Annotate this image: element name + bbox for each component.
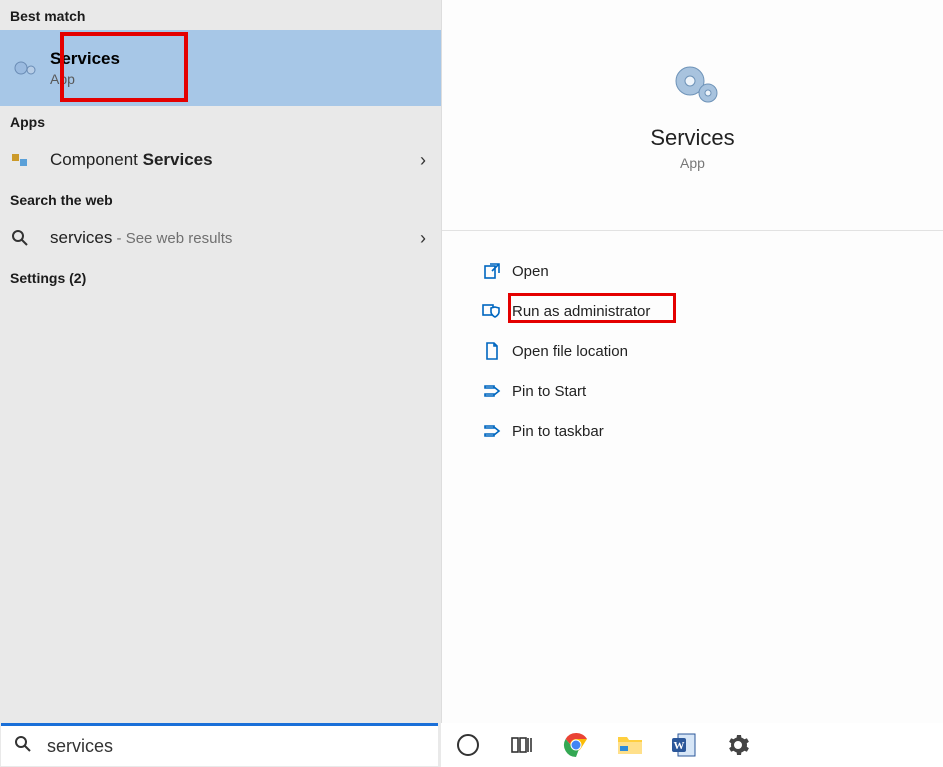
taskbar: W (441, 723, 943, 767)
services-large-icon (668, 59, 718, 109)
open-icon (472, 262, 512, 280)
action-run-as-administrator[interactable]: Run as administrator (442, 291, 943, 331)
action-pin-to-start[interactable]: Pin to Start (442, 371, 943, 411)
pin-icon (472, 383, 512, 399)
search-icon (1, 734, 45, 759)
settings-gear-icon[interactable] (723, 730, 753, 760)
result-label: services - See web results (50, 228, 405, 248)
preview-title: Services (650, 125, 734, 151)
result-best-match-services[interactable]: Services App (0, 30, 441, 106)
search-input[interactable] (45, 735, 438, 758)
shield-icon (472, 302, 512, 320)
result-label: Component Services (50, 150, 405, 170)
result-title: Services (50, 49, 120, 69)
section-search-web: Search the web (0, 184, 441, 214)
section-settings[interactable]: Settings (2) (0, 262, 441, 292)
result-subtitle: App (50, 71, 120, 87)
chevron-right-icon[interactable]: › (405, 228, 441, 249)
cortana-icon[interactable] (453, 730, 483, 760)
search-results-panel: Best match Services App Apps (0, 0, 441, 767)
search-icon (10, 228, 50, 248)
services-app-icon (0, 57, 50, 79)
section-apps: Apps (0, 106, 441, 136)
result-web-services[interactable]: services - See web results › (0, 214, 441, 262)
action-label: Run as administrator (512, 303, 650, 320)
preview-panel: Services App Open Run as a (441, 0, 943, 767)
file-explorer-icon[interactable] (615, 730, 645, 760)
action-pin-to-taskbar[interactable]: Pin to taskbar (442, 411, 943, 451)
action-label: Pin to Start (512, 383, 586, 400)
svg-text:W: W (674, 740, 685, 752)
search-bar[interactable] (1, 723, 438, 766)
preview-subtitle: App (680, 155, 705, 171)
action-label: Open file location (512, 343, 628, 360)
task-view-icon[interactable] (507, 730, 537, 760)
chevron-right-icon[interactable]: › (405, 150, 441, 171)
result-component-services[interactable]: Component Services › (0, 136, 441, 184)
word-icon[interactable]: W (669, 730, 699, 760)
action-label: Open (512, 263, 549, 280)
pin-icon (472, 423, 512, 439)
action-open-file-location[interactable]: Open file location (442, 331, 943, 371)
action-label: Pin to taskbar (512, 423, 604, 440)
chrome-icon[interactable] (561, 730, 591, 760)
file-location-icon (472, 342, 512, 360)
action-open[interactable]: Open (442, 251, 943, 291)
section-best-match: Best match (0, 0, 441, 30)
component-services-icon (10, 150, 50, 170)
